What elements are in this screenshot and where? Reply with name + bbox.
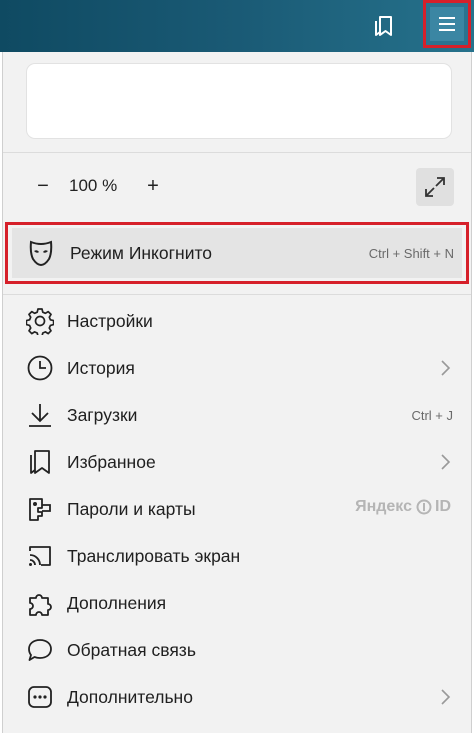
fullscreen-button[interactable] bbox=[416, 168, 454, 206]
menu-item-more[interactable]: Дополнительно bbox=[3, 674, 471, 720]
menu-item-settings[interactable]: Настройки bbox=[3, 298, 471, 344]
key-icon bbox=[25, 494, 55, 524]
menu-item-label: Дополнения bbox=[67, 593, 167, 613]
bookmark-icon bbox=[373, 13, 395, 37]
bookmarks-button[interactable] bbox=[368, 8, 400, 42]
menu-item-bookmarks[interactable]: Избранное bbox=[3, 439, 471, 485]
menu-item-downloads[interactable]: Загрузки Ctrl + J bbox=[3, 392, 471, 438]
mask-icon bbox=[26, 238, 56, 268]
fullscreen-icon bbox=[423, 175, 447, 199]
downloads-shortcut: Ctrl + J bbox=[411, 408, 453, 423]
yandex-id-icon bbox=[416, 499, 432, 515]
menu-item-history[interactable]: История bbox=[3, 345, 471, 391]
speech-bubble-icon bbox=[25, 635, 55, 665]
yandex-id-badge: Яндекс ID bbox=[355, 498, 451, 516]
menu-item-label: Настройки bbox=[67, 311, 153, 331]
hamburger-icon bbox=[438, 16, 456, 32]
menu-item-label: Пароли и карты bbox=[67, 499, 196, 519]
chevron-right-icon bbox=[437, 359, 453, 377]
menu-item-label: Транслировать экран bbox=[67, 546, 241, 566]
incognito-shortcut: Ctrl + Shift + N bbox=[368, 246, 454, 261]
zoom-in-button[interactable]: + bbox=[141, 174, 165, 198]
menu-item-extensions[interactable]: Дополнения bbox=[3, 580, 471, 626]
puzzle-icon bbox=[25, 588, 55, 618]
menu-item-label: История bbox=[67, 358, 135, 378]
gear-icon bbox=[25, 306, 55, 336]
yandex-brand-text: Яндекс bbox=[355, 498, 412, 515]
browser-toolbar bbox=[0, 0, 474, 52]
yandex-id-text: ID bbox=[435, 498, 451, 515]
menu-item-cast-screen[interactable]: Транслировать экран bbox=[3, 533, 471, 579]
download-icon bbox=[25, 400, 55, 430]
menu-item-label: Обратная связь bbox=[67, 640, 196, 660]
incognito-label: Режим Инкогнито bbox=[70, 243, 213, 263]
menu-item-label: Дополнительно bbox=[67, 687, 193, 707]
main-menu-panel: − 100 % + Режим Инкогнито Ctrl + Shift +… bbox=[2, 52, 472, 733]
main-menu-button[interactable] bbox=[423, 0, 471, 48]
incognito-mode-item[interactable]: Режим Инкогнито Ctrl + Shift + N bbox=[5, 222, 469, 284]
cast-icon bbox=[25, 541, 55, 571]
menu-item-label: Избранное bbox=[67, 452, 156, 472]
zoom-controls: − 100 % + bbox=[3, 162, 471, 212]
chevron-right-icon bbox=[437, 453, 453, 471]
chevron-right-icon bbox=[437, 688, 453, 706]
divider bbox=[3, 152, 471, 153]
zoom-out-button[interactable]: − bbox=[31, 174, 55, 198]
more-icon bbox=[25, 682, 55, 712]
bookmarks-icon bbox=[25, 447, 55, 477]
account-card[interactable] bbox=[27, 64, 451, 138]
zoom-level: 100 % bbox=[69, 176, 118, 195]
clock-icon bbox=[25, 353, 55, 383]
menu-item-passwords[interactable]: Пароли и карты Яндекс ID bbox=[3, 486, 471, 532]
menu-item-feedback[interactable]: Обратная связь bbox=[3, 627, 471, 673]
menu-item-label: Загрузки bbox=[67, 405, 138, 425]
divider bbox=[3, 294, 471, 295]
